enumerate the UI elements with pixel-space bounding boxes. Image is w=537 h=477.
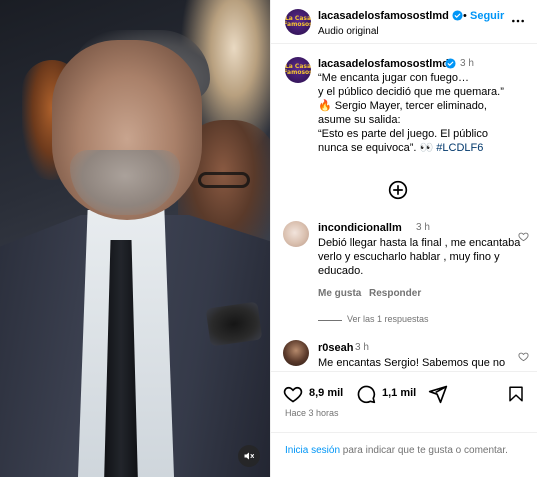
comment-text: Debió llegar hasta la final , me encanta… xyxy=(318,237,521,277)
verified-badge-icon xyxy=(452,10,463,21)
caption-time: 3 h xyxy=(460,58,474,69)
caption-hashtag[interactable]: #LCDLF6 xyxy=(436,142,483,154)
heart-icon[interactable] xyxy=(518,231,529,242)
login-text: Inicia sesión para indicar que te gusta … xyxy=(285,443,515,459)
caption-avatar[interactable]: La Casa Famosos xyxy=(285,57,311,83)
muted-speaker-icon xyxy=(244,452,254,460)
comment-like-button[interactable]: Me gusta xyxy=(318,288,361,299)
login-prompt: Inicia sesión para indicar que te gusta … xyxy=(271,432,537,477)
verified-badge-icon xyxy=(445,58,456,69)
login-message: para indicar que te gusta o comentar. xyxy=(340,445,508,456)
comment-text: Me encantas Sergio! Sabemos que no xyxy=(318,357,506,369)
mute-toggle-button[interactable] xyxy=(238,445,260,467)
add-comment-icon[interactable] xyxy=(388,180,408,200)
avatar-logo-text: La Casa Famosos xyxy=(285,15,311,28)
pocket-square xyxy=(205,301,263,347)
post-timestamp[interactable]: Hace 3 horas xyxy=(285,408,339,418)
action-bar: 8,9 mil 1,1 mil Hace 3 horas xyxy=(271,371,537,431)
comment-avatar[interactable] xyxy=(283,221,309,247)
comment-time: 3 h xyxy=(416,222,430,233)
view-replies-button[interactable]: Ver las 1 respuestas xyxy=(347,314,429,324)
comment-icon[interactable] xyxy=(356,384,376,404)
caption-username[interactable]: lacasadelosfamosostlmd xyxy=(318,58,449,70)
post-video[interactable] xyxy=(0,0,270,477)
account-username[interactable]: lacasadelosfamosostlmd xyxy=(318,10,449,22)
replies-divider xyxy=(318,320,342,321)
share-icon[interactable] xyxy=(428,384,448,404)
audio-label[interactable]: Audio original xyxy=(318,26,379,37)
comment-reply-button[interactable]: Responder xyxy=(369,288,421,299)
instagram-post: La Casa Famosos lacasadelosfamosostlmd •… xyxy=(0,0,537,477)
caption-text: “Me encanta jugar con fuego… y el públic… xyxy=(318,71,533,155)
bookmark-icon[interactable] xyxy=(507,384,525,404)
post-header: La Casa Famosos lacasadelosfamosostlmd •… xyxy=(271,0,537,44)
likes-count[interactable]: 8,9 mil xyxy=(309,387,343,399)
comments-count[interactable]: 1,1 mil xyxy=(382,387,416,399)
heart-icon[interactable] xyxy=(518,351,529,362)
separator-dot: • xyxy=(463,10,467,22)
background-glasses xyxy=(198,172,250,188)
comments-list[interactable]: La Casa Famosos lacasadelosfamosostlmd 3… xyxy=(271,45,537,370)
post-side-panel: La Casa Famosos lacasadelosfamosostlmd •… xyxy=(270,0,537,477)
comment-username[interactable]: incondicionallm xyxy=(318,222,402,234)
more-options-icon[interactable] xyxy=(511,14,525,28)
follow-button[interactable]: Seguir xyxy=(470,10,504,22)
login-link[interactable]: Inicia sesión xyxy=(285,445,340,456)
caption-avatar-logo-text: La Casa Famosos xyxy=(285,63,311,76)
comment-time: 3 h xyxy=(355,342,369,353)
comment-avatar[interactable] xyxy=(283,340,309,366)
comment-username[interactable]: r0seah xyxy=(318,342,353,354)
heart-icon[interactable] xyxy=(283,384,303,404)
account-avatar[interactable]: La Casa Famosos xyxy=(285,9,311,35)
